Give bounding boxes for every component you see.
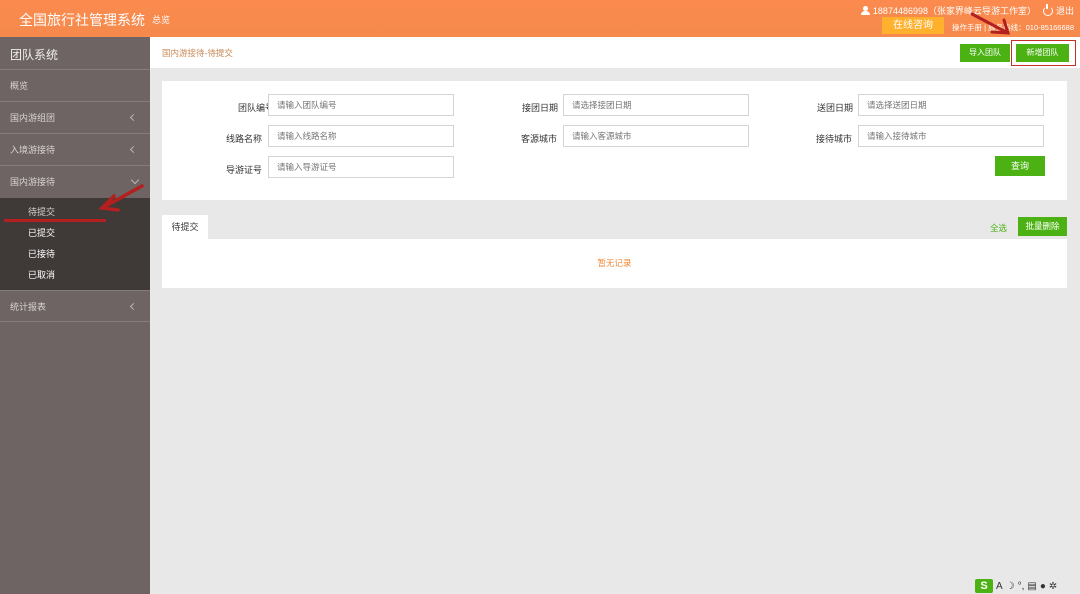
reception-city-input[interactable] <box>858 125 1044 147</box>
submenu-item-received[interactable]: 已接待 <box>0 244 150 265</box>
settings-icon[interactable]: ✲ <box>1049 581 1057 592</box>
annotation-underline <box>4 219 106 222</box>
submenu-item-submitted[interactable]: 已提交 <box>0 223 150 244</box>
submenu-item-cancelled[interactable]: 已取消 <box>0 265 150 286</box>
tab-strip: 待提交 全选 批量删除 <box>162 215 1067 239</box>
empty-state: 暂无记录 <box>162 239 1067 288</box>
logout-link[interactable]: 退出 <box>1056 4 1074 17</box>
sidebar: 团队系统 概览 国内游组团 入境游接待 国内游接待 待提交 已提交 已接待 已取… <box>0 37 150 594</box>
annotation-highlight-box: 新增团队 <box>1011 40 1076 66</box>
user-account[interactable]: 18874486998（张家界峰云导游工作室） <box>873 4 1036 17</box>
system-tray: S A ☽ °, ▤ ● ✲ <box>975 578 1080 594</box>
import-team-button[interactable]: 导入团队 <box>960 44 1010 62</box>
top-header: 全国旅行社管理系统 总览 18874486998（张家界峰云导游工作室） 退出 … <box>0 0 1080 37</box>
domestic-reception-submenu: 待提交 已提交 已接待 已取消 <box>0 198 150 290</box>
pickup-date-label: 接团日期 <box>521 103 558 113</box>
user-icon[interactable]: ● <box>1040 581 1046 592</box>
language-indicator[interactable]: A <box>996 581 1003 592</box>
source-city-input[interactable] <box>563 125 749 147</box>
batch-delete-button[interactable]: 批量删除 <box>1018 217 1067 236</box>
breadcrumb: 国内游接待-待提交 <box>162 48 233 58</box>
overview-link[interactable]: 总览 <box>152 13 170 26</box>
sidebar-item-label: 国内游组团 <box>10 113 56 123</box>
select-all-link[interactable]: 全选 <box>990 222 1007 234</box>
source-city-label: 客源城市 <box>520 134 557 144</box>
user-icon <box>860 6 870 15</box>
sidebar-item-label: 国内游接待 <box>10 177 56 187</box>
add-team-button[interactable]: 新增团队 <box>1016 44 1069 62</box>
moon-icon[interactable]: ☽ <box>1006 581 1015 592</box>
search-panel: 团队编号 接团日期 送团日期 线路名称 客源城市 接待城市 导游证号 查询 <box>162 81 1067 200</box>
route-input[interactable] <box>268 125 454 147</box>
keyboard-icon[interactable]: ▤ <box>1027 581 1036 592</box>
sidebar-title: 团队系统 <box>0 37 150 70</box>
app-title: 全国旅行社管理系统 <box>19 12 145 28</box>
sidebar-item-overview[interactable]: 概览 <box>0 70 150 102</box>
chevron-left-icon <box>129 302 138 311</box>
sidebar-item-label: 统计报表 <box>10 302 47 312</box>
sidebar-item-stats[interactable]: 统计报表 <box>0 290 150 322</box>
guide-no-input[interactable] <box>268 156 454 178</box>
online-consult-button[interactable]: 在线咨询 <box>882 17 944 34</box>
route-label: 线路名称 <box>225 134 262 144</box>
breadcrumb-bar: 国内游接待-待提交 导入团队 新增团队 <box>150 37 1080 68</box>
guide-no-label: 导游证号 <box>225 165 262 175</box>
punctuation-icon[interactable]: °, <box>1018 581 1025 592</box>
tab-pending[interactable]: 待提交 <box>162 215 208 239</box>
main-content: 国内游接待-待提交 导入团队 新增团队 团队编号 接团日期 送团日期 线路名称 … <box>150 37 1080 594</box>
team-no-label: 团队编号 <box>237 103 274 113</box>
sidebar-item-label: 概览 <box>10 81 29 91</box>
user-area: 18874486998（张家界峰云导游工作室） 退出 <box>860 3 1074 17</box>
sidebar-item-domestic-group[interactable]: 国内游组团 <box>0 102 150 134</box>
query-button[interactable]: 查询 <box>995 156 1045 176</box>
list-panel: 待提交 全选 批量删除 暂无记录 <box>162 215 1067 288</box>
ime-logo-icon[interactable]: S <box>975 579 993 593</box>
team-no-input[interactable] <box>268 94 454 116</box>
sidebar-item-label: 入境游接待 <box>10 145 56 155</box>
reception-city-label: 接待城市 <box>815 134 852 144</box>
chevron-down-icon <box>130 175 140 185</box>
pickup-date-input[interactable] <box>563 94 749 116</box>
dropoff-date-label: 送团日期 <box>816 103 853 113</box>
sidebar-item-inbound-reception[interactable]: 入境游接待 <box>0 134 150 166</box>
help-links[interactable]: 操作手册 | 服务热线：010-85166688 <box>952 22 1074 33</box>
power-icon[interactable] <box>1042 3 1053 16</box>
sidebar-item-domestic-reception[interactable]: 国内游接待 <box>0 166 150 198</box>
chevron-left-icon <box>129 113 138 122</box>
dropoff-date-input[interactable] <box>858 94 1044 116</box>
chevron-left-icon <box>129 145 138 154</box>
